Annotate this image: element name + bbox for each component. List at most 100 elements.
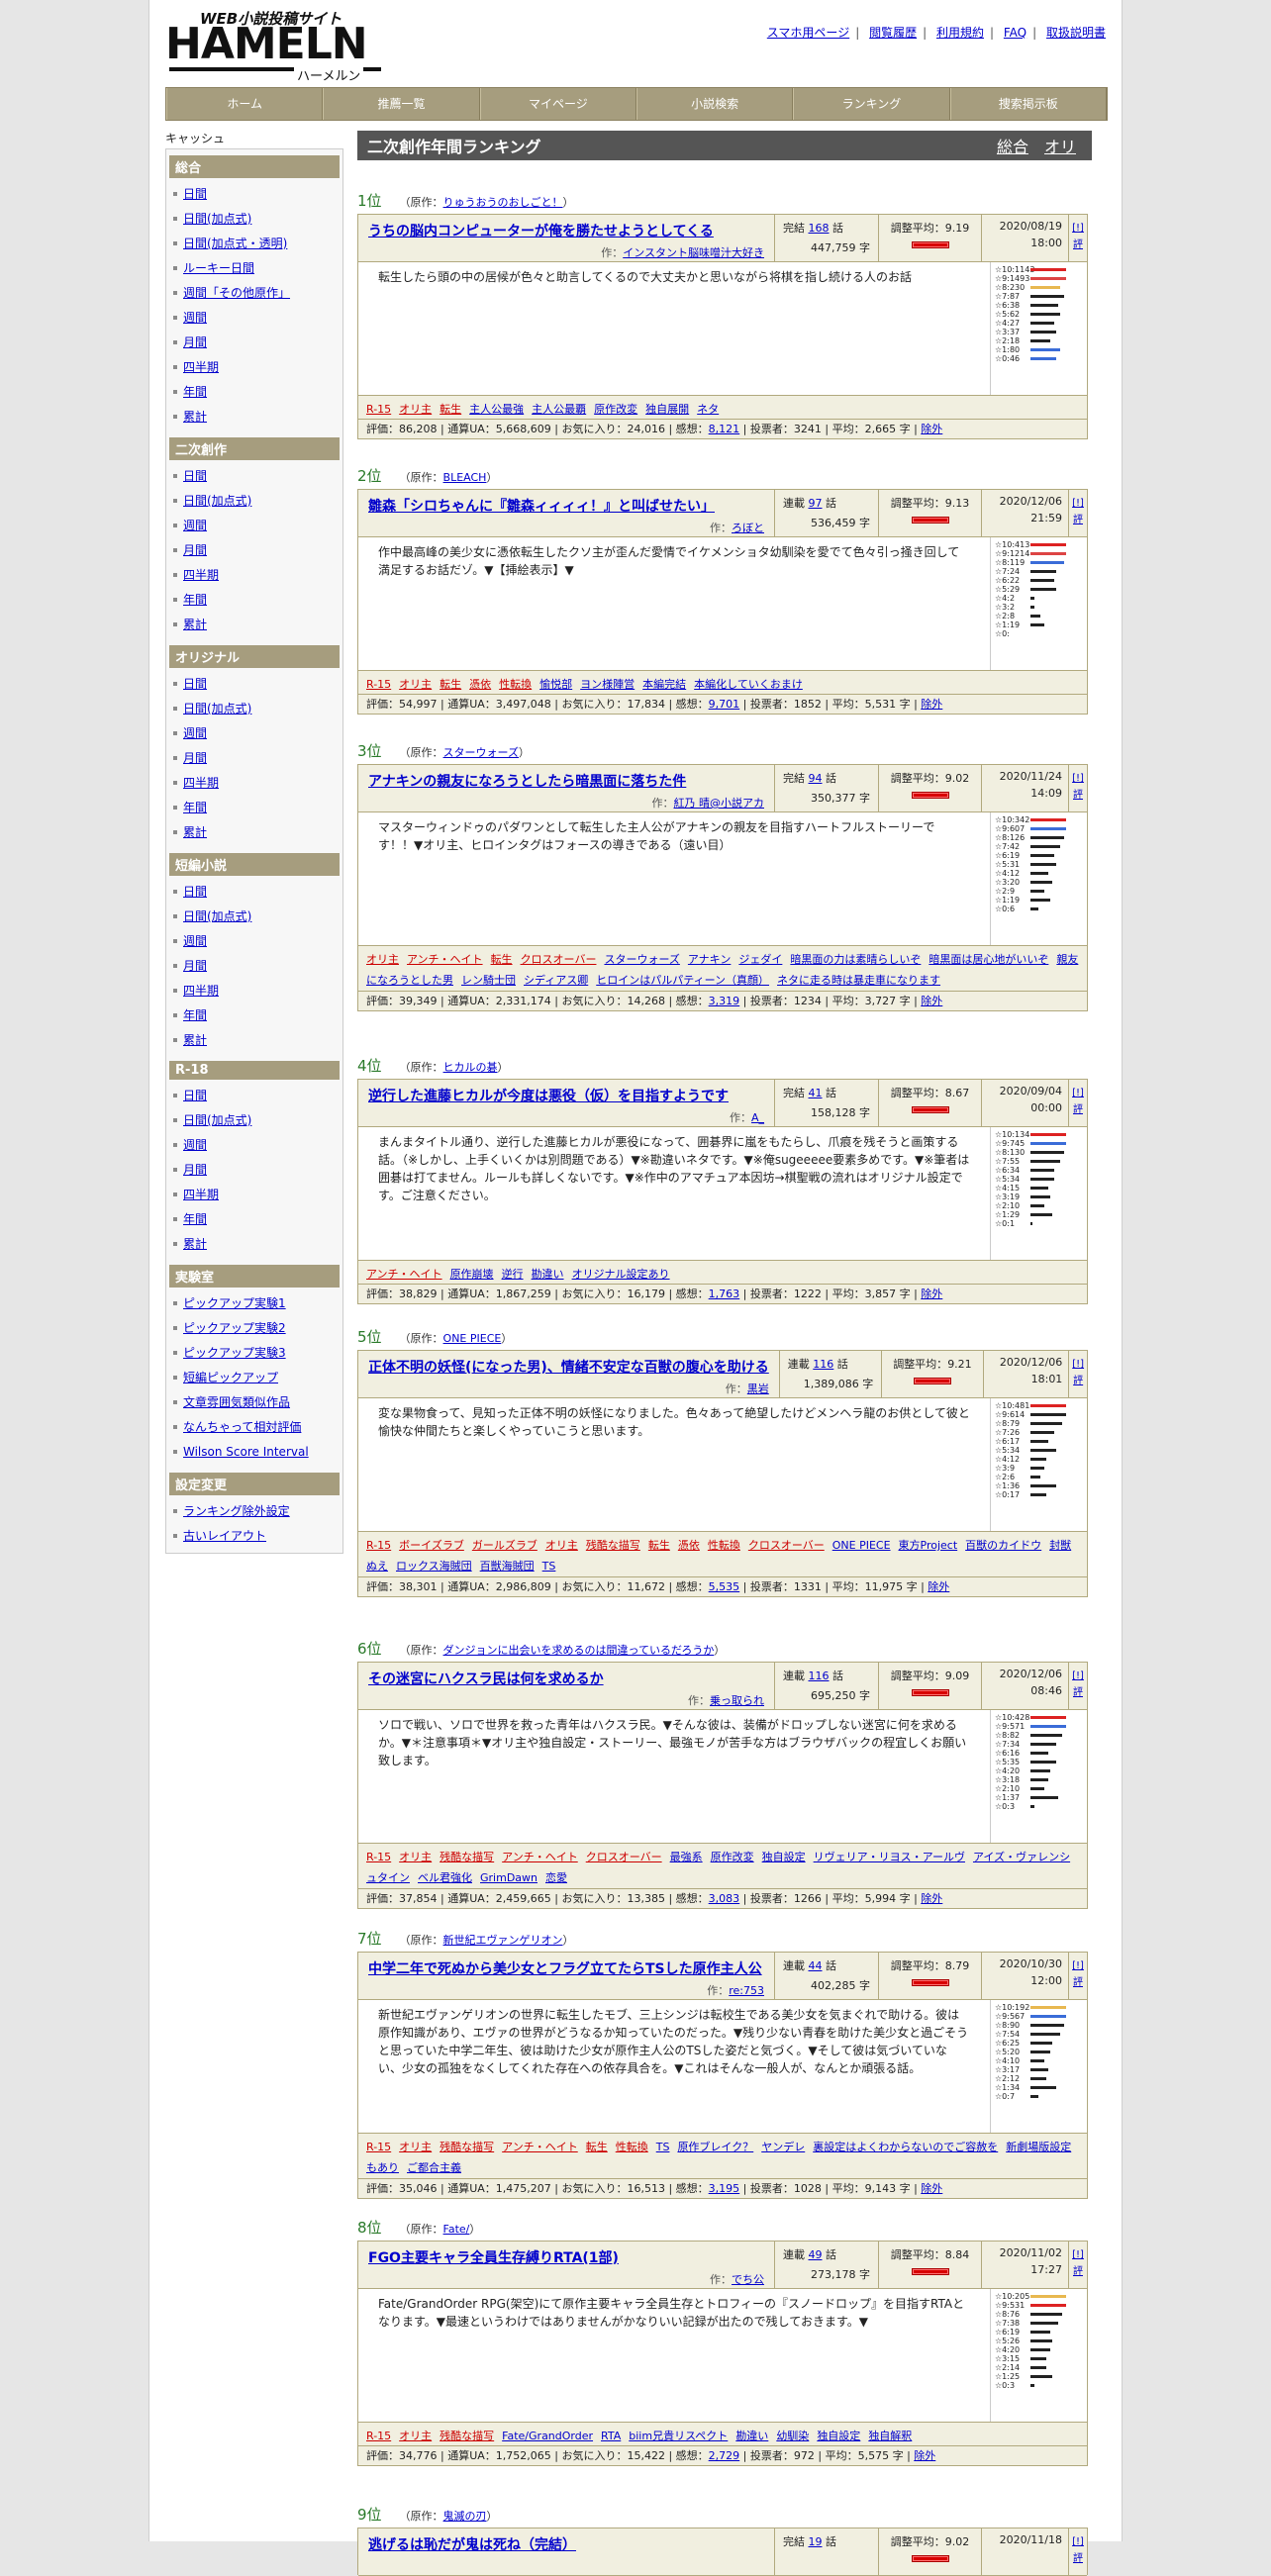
exclude-link[interactable]: 除外	[921, 1288, 942, 1300]
novel-title-link[interactable]: うちの脳内コンピューターが俺を勝たせようとしてくる	[368, 221, 764, 240]
tag-link[interactable]: シディアス卿	[524, 974, 588, 987]
tag-link[interactable]: 主人公最覇	[532, 403, 586, 416]
episode-link[interactable]: 116	[809, 1670, 830, 1682]
tag-link[interactable]: 原作ブレイク？	[677, 2141, 753, 2153]
sidebar-item[interactable]: 日間	[169, 1084, 340, 1108]
tag-link[interactable]: オリ主	[399, 403, 432, 416]
tag-link[interactable]: アンチ・ヘイト	[407, 953, 483, 966]
report-link[interactable]: [!]	[1069, 1085, 1087, 1101]
sidebar-item[interactable]: 四半期	[169, 563, 340, 588]
sidebar-item[interactable]: 月間	[169, 1158, 340, 1183]
tag-link[interactable]: ONE PIECE	[832, 1539, 891, 1552]
tag-link[interactable]: 原作改変	[711, 1851, 754, 1863]
tag-link[interactable]: ご都合主義	[407, 2161, 461, 2174]
tag-link[interactable]: 主人公最強	[469, 403, 524, 416]
tab-overall[interactable]: 総合	[997, 134, 1028, 157]
sidebar-item[interactable]: 四半期	[169, 1183, 340, 1207]
rate-link[interactable]: 評	[1069, 2550, 1087, 2567]
tag-link[interactable]: ガールズラブ	[472, 1539, 538, 1552]
tag-link[interactable]: 幼馴染	[776, 2430, 809, 2442]
tag-link[interactable]: 性転換	[616, 2141, 648, 2153]
sidebar-item[interactable]: 日間	[169, 880, 340, 905]
tag-link[interactable]: 独自設定	[762, 1851, 806, 1863]
sidebar-item[interactable]: 週間	[169, 929, 340, 954]
report-link[interactable]: [!]	[1069, 1356, 1087, 1373]
tag-link[interactable]: 恋愛	[545, 1871, 567, 1884]
tag-link[interactable]: Fate/GrandOrder	[502, 2430, 593, 2442]
sidebar-item[interactable]: 四半期	[169, 771, 340, 796]
sidebar-item[interactable]: 年間	[169, 796, 340, 820]
tag-link[interactable]: クロスオーバー	[521, 953, 597, 966]
tag-link[interactable]: オリ主	[399, 2430, 432, 2442]
rate-link[interactable]: 評	[1069, 1373, 1087, 1389]
author-link[interactable]: A_	[751, 1111, 764, 1124]
toplink-faq[interactable]: FAQ	[1004, 26, 1027, 40]
sidebar-item[interactable]: 日間(加点式)	[169, 207, 340, 232]
episode-link[interactable]: 94	[809, 772, 823, 785]
sidebar-item[interactable]: 短編ピックアップ	[169, 1366, 340, 1390]
author-link[interactable]: でち公	[732, 2273, 764, 2286]
exclude-link[interactable]: 除外	[921, 2182, 942, 2195]
sidebar-item[interactable]: 四半期	[169, 979, 340, 1003]
sidebar-item[interactable]: ルーキー日間	[169, 256, 340, 281]
tag-link[interactable]: 転生	[586, 2141, 608, 2153]
sidebar-item[interactable]: 日間	[169, 464, 340, 489]
sidebar-item[interactable]: ピックアップ実験1	[169, 1291, 340, 1316]
sidebar-item[interactable]: 古いレイアウト	[169, 1524, 340, 1549]
exclude-link[interactable]: 除外	[928, 1580, 949, 1593]
tag-link[interactable]: アナキン	[688, 953, 731, 966]
episode-link[interactable]: 19	[809, 2535, 823, 2548]
exclude-link[interactable]: 除外	[921, 995, 942, 1007]
tag-link[interactable]: 勘違い	[532, 1268, 564, 1281]
tag-link[interactable]: R-15	[366, 403, 391, 416]
tag-link[interactable]: R-15	[366, 678, 391, 691]
tab-original[interactable]: オリ	[1044, 134, 1076, 157]
tag-link[interactable]: TS	[542, 1560, 556, 1573]
sidebar-item[interactable]: 累計	[169, 1232, 340, 1257]
tag-link[interactable]: 憑依	[469, 678, 491, 691]
author-link[interactable]: ろぼと	[732, 522, 764, 534]
tag-link[interactable]: TS	[656, 2141, 670, 2153]
report-link[interactable]: [!]	[1069, 1668, 1087, 1684]
tag-link[interactable]: RTA	[601, 2430, 621, 2442]
author-link[interactable]: 黒岩	[747, 1383, 769, 1395]
report-link[interactable]: [!]	[1069, 1957, 1087, 1974]
sidebar-item[interactable]: 週間	[169, 514, 340, 538]
toplink-terms[interactable]: 利用規約	[936, 26, 984, 40]
novel-title-link[interactable]: 正体不明の妖怪(になった男)、情緒不安定な百獣の腹心を助ける	[368, 1357, 769, 1377]
tag-link[interactable]: 残酷な描写	[440, 1851, 494, 1863]
stat-impr[interactable]: 1,763	[709, 1288, 740, 1300]
nav-ranking[interactable]: ランキング	[793, 88, 950, 120]
tag-link[interactable]: ネタ	[697, 403, 719, 416]
nav-board[interactable]: 捜索掲示板	[949, 88, 1107, 120]
sidebar-item[interactable]: 年間	[169, 380, 340, 405]
tag-link[interactable]: 性転換	[708, 1539, 740, 1552]
exclude-link[interactable]: 除外	[921, 698, 942, 711]
tag-link[interactable]: 百獣海賊団	[480, 1560, 535, 1573]
novel-title-link[interactable]: FGO主要キャラ全員生存縛りRTA(1部)	[368, 2247, 764, 2267]
tag-link[interactable]: 原作崩壊	[450, 1268, 494, 1281]
episode-link[interactable]: 44	[809, 1959, 823, 1972]
tag-link[interactable]: R-15	[366, 1539, 391, 1552]
stat-impr[interactable]: 8,121	[709, 423, 740, 435]
hameln-logo[interactable]: WEB小説投稿サイト HAMELN ハーメルン	[165, 8, 383, 84]
sidebar-item[interactable]: 月間	[169, 954, 340, 979]
novel-title-link[interactable]: アナキンの親友になろうとしたら暗黒面に落ちた件	[368, 771, 764, 791]
tag-link[interactable]: ネタに走る時は暴走車になります	[777, 974, 940, 987]
tag-link[interactable]: 転生	[491, 953, 513, 966]
toplink-manual[interactable]: 取扱説明書	[1046, 26, 1106, 40]
sidebar-item[interactable]: 日間	[169, 672, 340, 697]
episode-link[interactable]: 116	[813, 1358, 833, 1371]
stat-impr[interactable]: 2,729	[709, 2449, 740, 2462]
sidebar-item[interactable]: 月間	[169, 746, 340, 771]
sidebar-item[interactable]: 累計	[169, 405, 340, 429]
author-link[interactable]: 乗っ取られ	[710, 1694, 764, 1707]
tag-link[interactable]: 逆行	[502, 1268, 524, 1281]
tag-link[interactable]: 残酷な描写	[586, 1539, 640, 1552]
sidebar-item[interactable]: 月間	[169, 538, 340, 563]
sidebar-item[interactable]: 累計	[169, 820, 340, 845]
original-work-link[interactable]: Fate/	[443, 2223, 470, 2236]
rate-link[interactable]: 評	[1069, 237, 1087, 253]
stat-impr[interactable]: 5,535	[709, 1580, 740, 1593]
toplink-smartphone[interactable]: スマホ用ページ	[767, 26, 849, 40]
